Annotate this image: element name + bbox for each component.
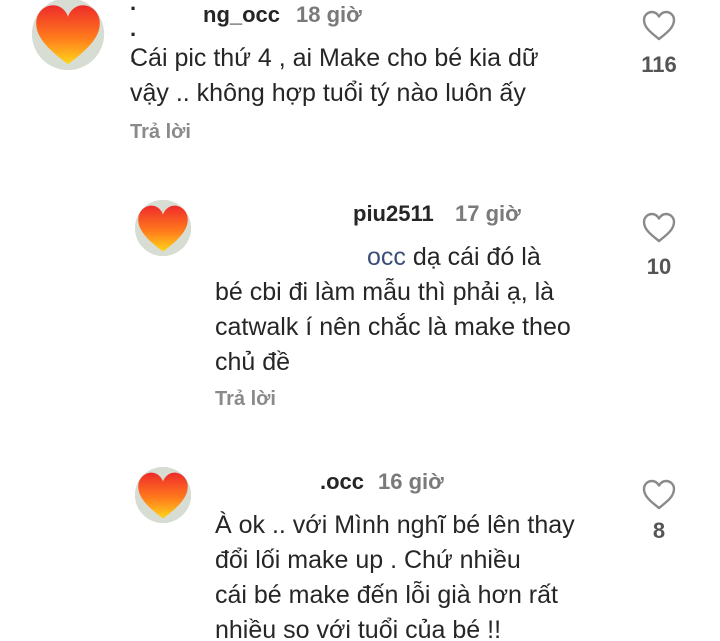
- like-count: 10: [646, 254, 672, 279]
- comment-time: 17 giờ: [455, 201, 521, 226]
- comment-line: Cái pic thứ 4 , ai Make cho bé kia dữ: [130, 44, 539, 72]
- comment-time: 16 giờ: [378, 469, 444, 494]
- comment-line: À ok .. với Mình nghĩ bé lên thay: [215, 511, 575, 539]
- heart-emoji-avatar-icon: [135, 200, 191, 256]
- comment-username[interactable]: ng_occ: [203, 2, 280, 28]
- heart-outline-icon: [642, 479, 676, 511]
- heart-outline-icon: [642, 10, 676, 42]
- like-button[interactable]: [642, 10, 676, 42]
- comment-line: cái bé make đến lỗi già hơn rất: [215, 581, 558, 609]
- reply-button[interactable]: Trả lời: [215, 388, 276, 411]
- comments-screen: . . . ng_occ 18 giờ Cái pic thứ 4 , ai M…: [0, 0, 720, 641]
- avatar[interactable]: [135, 467, 191, 523]
- heart-outline-icon: [642, 212, 676, 244]
- comment-username[interactable]: piu2511: [353, 201, 434, 227]
- comment-line: vậy .. không hợp tuổi tý nào luôn ấy: [130, 79, 526, 107]
- heart-emoji-avatar-icon: [135, 467, 191, 523]
- comment-line: nhiều so với tuổi của bé !!: [215, 616, 502, 641]
- comment-text: occ dạ cái đó là bé cbi đi làm mẫu thì p…: [215, 240, 571, 380]
- comment-line: catwalk í nên chắc là make theo: [215, 313, 571, 341]
- comment-text: À ok .. với Mình nghĩ bé lên thay đổi lố…: [215, 508, 575, 641]
- comment-line: dạ cái đó là: [412, 243, 541, 271]
- comment-first-line: occ dạ cái đó là: [215, 240, 571, 275]
- comment-line: chủ đề: [215, 348, 291, 376]
- comment-line: bé cbi đi làm mẫu thì phải ạ, là: [215, 278, 555, 306]
- heart-emoji-avatar-icon: [32, 0, 104, 70]
- avatar[interactable]: [135, 200, 191, 256]
- comment-time: 18 giờ: [296, 2, 362, 27]
- comment-username[interactable]: .occ: [320, 469, 364, 495]
- comment-text: Cái pic thứ 4 , ai Make cho bé kia dữ vậ…: [130, 41, 539, 111]
- comment-line: đổi lối make up . Chứ nhiều: [215, 546, 521, 574]
- like-count: 116: [641, 52, 677, 77]
- avatar[interactable]: [32, 0, 104, 70]
- reply-button[interactable]: Trả lời: [130, 121, 191, 144]
- like-count: 8: [652, 518, 666, 543]
- like-button[interactable]: [642, 479, 676, 511]
- like-button[interactable]: [642, 212, 676, 244]
- mention-link[interactable]: occ: [367, 243, 406, 271]
